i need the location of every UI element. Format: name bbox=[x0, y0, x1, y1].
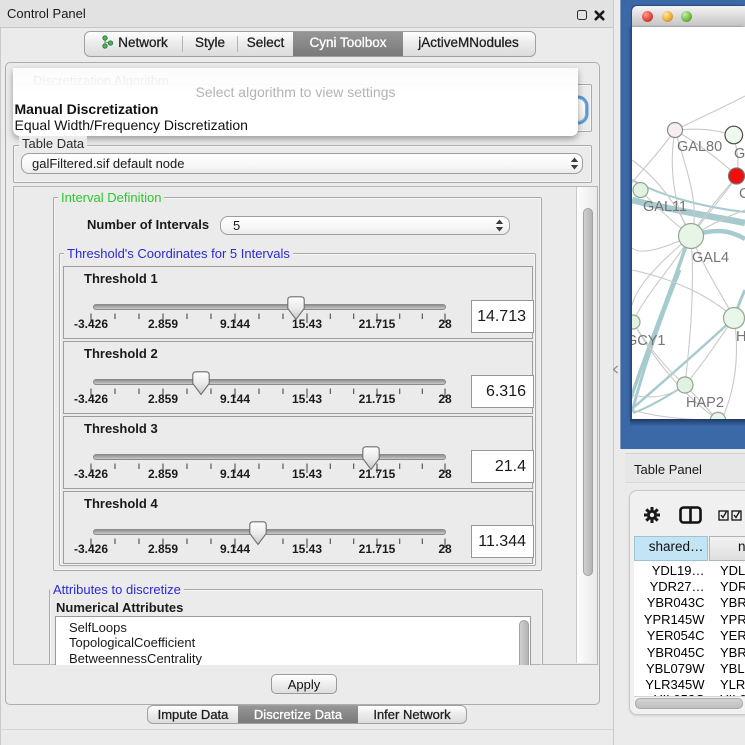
svg-text:HAP2: HAP2 bbox=[686, 395, 724, 411]
svg-text:GAL80: GAL80 bbox=[677, 139, 722, 155]
svg-text:GAL80: GAL80 bbox=[734, 146, 745, 162]
svg-text:GCY1: GCY1 bbox=[632, 333, 666, 349]
svg-text:GAL4: GAL4 bbox=[692, 250, 729, 266]
svg-text:HAP: HAP bbox=[736, 329, 745, 345]
svg-text:GAL11: GAL11 bbox=[643, 199, 687, 215]
svg-text:CAL: CAL bbox=[739, 186, 745, 202]
